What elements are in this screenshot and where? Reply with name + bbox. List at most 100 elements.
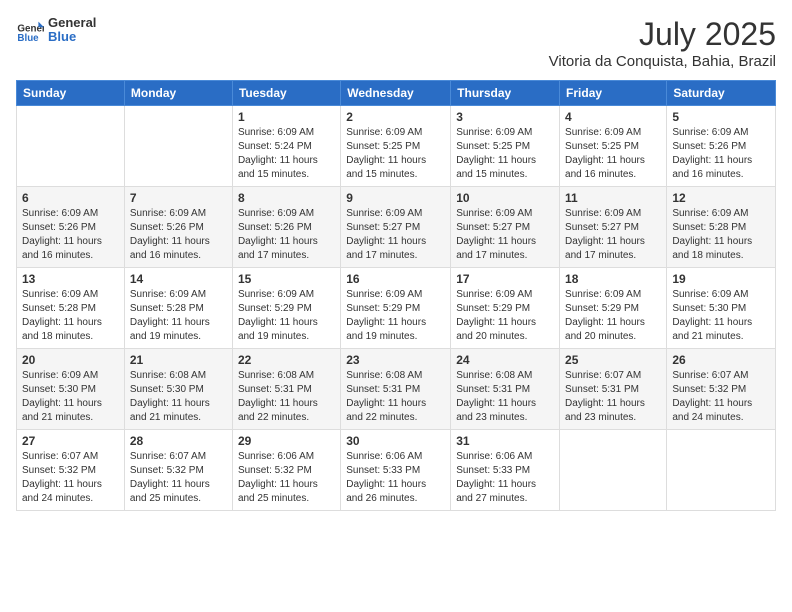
cell-content: Sunrise: 6:09 AM Sunset: 5:27 PM Dayligh… — [456, 207, 554, 263]
calendar-cell: 15 Sunrise: 6:09 AM Sunset: 5:29 PM Dayli… — [232, 268, 340, 349]
calendar-cell: 5Sunrise: 6:09 AM Sunset: 5:26 PM Daylig… — [667, 106, 776, 187]
calendar-cell: 20Sunrise: 6:09 AM Sunset: 5:30 PM Dayli… — [17, 349, 125, 430]
day-number: 2 — [346, 110, 445, 124]
calendar-week-row: 1 Sunrise: 6:09 AM Sunset: 5:24 PM Daylig… — [17, 106, 776, 187]
day-number: 16 — [346, 272, 445, 286]
cell-content: Sunrise: 6:07 AM Sunset: 5:32 PM Dayligh… — [130, 450, 227, 506]
day-number: 17 — [456, 272, 554, 286]
cell-content: Sunrise: 6:09 AM Sunset: 5:26 PM Dayligh… — [238, 207, 335, 263]
calendar-cell: 25Sunrise: 6:07 AM Sunset: 5:31 PM Dayli… — [560, 349, 667, 430]
calendar-cell: 23 Sunrise: 6:08 AM Sunset: 5:31 PM Dayli… — [341, 349, 451, 430]
day-number: 30 — [346, 434, 445, 448]
cell-content: Sunrise: 6:09 AM Sunset: 5:29 PM Dayligh… — [456, 288, 554, 344]
calendar-cell: 13 Sunrise: 6:09 AM Sunset: 5:28 PM Dayli… — [17, 268, 125, 349]
calendar-cell: 14 Sunrise: 6:09 AM Sunset: 5:28 PM Dayli… — [124, 268, 232, 349]
day-of-week-header: Monday — [124, 81, 232, 106]
cell-content: Sunrise: 6:09 AM Sunset: 5:24 PM Dayligh… — [238, 126, 335, 182]
calendar-cell: 12Sunrise: 6:09 AM Sunset: 5:28 PM Dayli… — [667, 187, 776, 268]
calendar-cell: 11 Sunrise: 6:09 AM Sunset: 5:27 PM Dayli… — [560, 187, 667, 268]
day-number: 4 — [565, 110, 661, 124]
cell-content: Sunrise: 6:08 AM Sunset: 5:31 PM Dayligh… — [456, 369, 554, 425]
calendar-cell: 16 Sunrise: 6:09 AM Sunset: 5:29 PM Dayli… — [341, 268, 451, 349]
calendar-cell: 21Sunrise: 6:08 AM Sunset: 5:30 PM Dayli… — [124, 349, 232, 430]
day-number: 24 — [456, 353, 554, 367]
cell-content: Sunrise: 6:09 AM Sunset: 5:29 PM Dayligh… — [238, 288, 335, 344]
day-number: 28 — [130, 434, 227, 448]
logo-line2: Blue — [48, 30, 96, 44]
calendar-cell: 19 Sunrise: 6:09 AM Sunset: 5:30 PM Dayli… — [667, 268, 776, 349]
day-number: 18 — [565, 272, 661, 286]
day-number: 1 — [238, 110, 335, 124]
day-number: 3 — [456, 110, 554, 124]
cell-content: Sunrise: 6:07 AM Sunset: 5:32 PM Dayligh… — [672, 369, 770, 425]
cell-content: Sunrise: 6:09 AM Sunset: 5:29 PM Dayligh… — [346, 288, 445, 344]
cell-content: Sunrise: 6:09 AM Sunset: 5:25 PM Dayligh… — [346, 126, 445, 182]
day-of-week-header: Tuesday — [232, 81, 340, 106]
day-of-week-header: Saturday — [667, 81, 776, 106]
day-of-week-header: Thursday — [451, 81, 560, 106]
day-number: 31 — [456, 434, 554, 448]
calendar-week-row: 20Sunrise: 6:09 AM Sunset: 5:30 PM Dayli… — [17, 349, 776, 430]
day-number: 23 — [346, 353, 445, 367]
calendar-header: SundayMondayTuesdayWednesdayThursdayFrid… — [17, 81, 776, 106]
calendar-body: 1 Sunrise: 6:09 AM Sunset: 5:24 PM Daylig… — [17, 106, 776, 511]
cell-content: Sunrise: 6:06 AM Sunset: 5:33 PM Dayligh… — [456, 450, 554, 506]
day-number: 9 — [346, 191, 445, 205]
calendar-week-row: 13 Sunrise: 6:09 AM Sunset: 5:28 PM Dayli… — [17, 268, 776, 349]
cell-content: Sunrise: 6:07 AM Sunset: 5:32 PM Dayligh… — [22, 450, 119, 506]
day-number: 10 — [456, 191, 554, 205]
month-year: July 2025 — [549, 16, 776, 53]
calendar-cell: 10 Sunrise: 6:09 AM Sunset: 5:27 PM Dayli… — [451, 187, 560, 268]
cell-content: Sunrise: 6:09 AM Sunset: 5:28 PM Dayligh… — [130, 288, 227, 344]
calendar-cell: 6Sunrise: 6:09 AM Sunset: 5:26 PM Daylig… — [17, 187, 125, 268]
calendar-week-row: 6 Sunrise: 6:09 AM Sunset: 5:26 PM Daylig… — [17, 187, 776, 268]
calendar-cell: 17 Sunrise: 6:09 AM Sunset: 5:29 PM Dayli… — [451, 268, 560, 349]
day-number: 26 — [672, 353, 770, 367]
day-of-week-header: Wednesday — [341, 81, 451, 106]
cell-content: Sunrise: 6:06 AM Sunset: 5:32 PM Dayligh… — [238, 450, 335, 506]
cell-content: Sunrise: 6:09 AM Sunset: 5:28 PM Dayligh… — [22, 288, 119, 344]
day-number: 6 — [22, 191, 119, 205]
day-number: 19 — [672, 272, 770, 286]
header-row: SundayMondayTuesdayWednesdayThursdayFrid… — [17, 81, 776, 106]
day-of-week-header: Sunday — [17, 81, 125, 106]
calendar-cell — [560, 430, 667, 511]
calendar-cell — [17, 106, 125, 187]
calendar-cell: 29 Sunrise: 6:06 AM Sunset: 5:32 PM Dayli… — [232, 430, 340, 511]
day-number: 22 — [238, 353, 335, 367]
cell-content: Sunrise: 6:09 AM Sunset: 5:30 PM Dayligh… — [22, 369, 119, 425]
logo-icon: General Blue — [16, 16, 44, 44]
cell-content: Sunrise: 6:08 AM Sunset: 5:31 PM Dayligh… — [238, 369, 335, 425]
calendar-cell: 30 Sunrise: 6:06 AM Sunset: 5:33 PM Dayli… — [341, 430, 451, 511]
calendar-cell: 9Sunrise: 6:09 AM Sunset: 5:27 PM Daylig… — [341, 187, 451, 268]
day-number: 11 — [565, 191, 661, 205]
day-number: 29 — [238, 434, 335, 448]
cell-content: Sunrise: 6:08 AM Sunset: 5:31 PM Dayligh… — [346, 369, 445, 425]
calendar-cell: 26 Sunrise: 6:07 AM Sunset: 5:32 PM Dayli… — [667, 349, 776, 430]
title-block: July 2025 Vitoria da Conquista, Bahia, B… — [549, 16, 776, 70]
logo-line1: General — [48, 16, 96, 30]
day-number: 13 — [22, 272, 119, 286]
cell-content: Sunrise: 6:09 AM Sunset: 5:29 PM Dayligh… — [565, 288, 661, 344]
calendar-cell: 18 Sunrise: 6:09 AM Sunset: 5:29 PM Dayli… — [560, 268, 667, 349]
calendar-cell: 31 Sunrise: 6:06 AM Sunset: 5:33 PM Dayli… — [451, 430, 560, 511]
logo: General Blue General Blue — [16, 16, 96, 45]
calendar-cell: 7 Sunrise: 6:09 AM Sunset: 5:26 PM Daylig… — [124, 187, 232, 268]
cell-content: Sunrise: 6:09 AM Sunset: 5:26 PM Dayligh… — [672, 126, 770, 182]
cell-content: Sunrise: 6:09 AM Sunset: 5:27 PM Dayligh… — [565, 207, 661, 263]
cell-content: Sunrise: 6:06 AM Sunset: 5:33 PM Dayligh… — [346, 450, 445, 506]
location: Vitoria da Conquista, Bahia, Brazil — [549, 53, 776, 70]
page-header: General Blue General Blue July 2025 Vito… — [16, 16, 776, 70]
calendar: SundayMondayTuesdayWednesdayThursdayFrid… — [16, 80, 776, 511]
calendar-cell: 22 Sunrise: 6:08 AM Sunset: 5:31 PM Dayli… — [232, 349, 340, 430]
day-number: 14 — [130, 272, 227, 286]
day-number: 7 — [130, 191, 227, 205]
calendar-cell: 8Sunrise: 6:09 AM Sunset: 5:26 PM Daylig… — [232, 187, 340, 268]
calendar-cell: 2 Sunrise: 6:09 AM Sunset: 5:25 PM Daylig… — [341, 106, 451, 187]
cell-content: Sunrise: 6:09 AM Sunset: 5:30 PM Dayligh… — [672, 288, 770, 344]
day-number: 15 — [238, 272, 335, 286]
day-number: 27 — [22, 434, 119, 448]
day-number: 12 — [672, 191, 770, 205]
cell-content: Sunrise: 6:09 AM Sunset: 5:26 PM Dayligh… — [130, 207, 227, 263]
day-number: 25 — [565, 353, 661, 367]
